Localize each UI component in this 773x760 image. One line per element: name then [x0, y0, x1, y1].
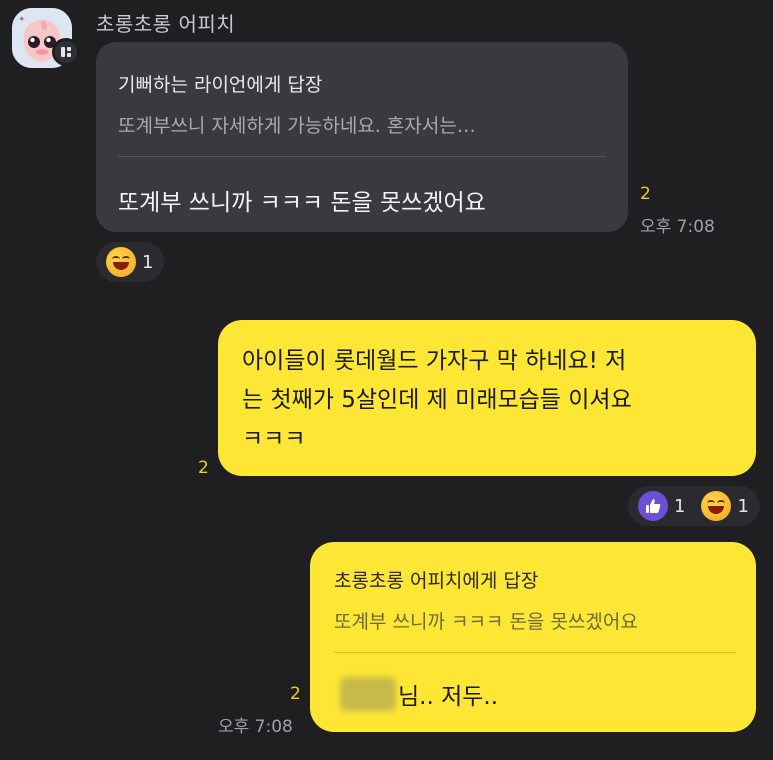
incoming-message-bubble[interactable]: 기뻐하는 라이언에게 답장 또계부쓰니 자세하게 가능하네요. 혼자서는… 또계… — [96, 42, 628, 232]
reaction-count: 1 — [737, 495, 749, 517]
thumbs-up-icon — [638, 491, 668, 521]
blurred-name — [340, 677, 396, 711]
message-time: 오후 7:08 — [218, 717, 293, 737]
message-text: 또계부 쓰니까 ㅋㅋㅋ 돈을 못쓰겠어요 — [118, 190, 486, 216]
message-text: 아이들이 롯데월드 가자구 막 하네요! 저 는 첫째가 5살인데 제 미래모습… — [242, 348, 632, 452]
reaction-count: 1 — [674, 495, 686, 517]
unread-count: 2 — [290, 684, 301, 704]
reply-divider — [334, 652, 736, 653]
reaction-pill[interactable]: 1 1 — [628, 486, 760, 526]
chat-screen: ✦ 초롱초롱 어피치 기뻐하는 라이언에게 답장 또계부쓰니 자세하게 가능하네… — [0, 0, 773, 760]
reply-header: 기뻐하는 라이언에게 답장 — [118, 74, 323, 96]
reaction-count: 1 — [142, 251, 154, 273]
reaction-pill[interactable]: 1 — [96, 242, 164, 282]
grinning-face-icon — [701, 491, 732, 521]
sender-name: 초롱초롱 어피치 — [96, 12, 236, 36]
outgoing-message-bubble[interactable]: 아이들이 롯데월드 가자구 막 하네요! 저 는 첫째가 5살인데 제 미래모습… — [218, 320, 756, 476]
svg-text:✦: ✦ — [18, 15, 26, 25]
unread-count: 2 — [198, 458, 209, 478]
reply-quote[interactable]: 또계부쓰니 자세하게 가능하네요. 혼자서는… — [118, 111, 606, 138]
message-row: 님.. 저두.. — [334, 677, 736, 711]
reply-quote[interactable]: 또계부 쓰니까 ㅋㅋㅋ 돈을 못쓰겠어요 — [334, 607, 736, 634]
message-time: 오후 7:08 — [640, 217, 715, 237]
message-text: 님.. 저두.. — [398, 684, 499, 710]
outgoing-reply-bubble[interactable]: 초롱초롱 어피치에게 답장 또계부 쓰니까 ㅋㅋㅋ 돈을 못쓰겠어요 님.. 저… — [310, 542, 756, 732]
unread-count: 2 — [640, 184, 651, 204]
reply-header: 초롱초롱 어피치에게 답장 — [334, 570, 539, 592]
reply-divider — [118, 156, 606, 157]
grinning-face-icon — [106, 247, 136, 277]
profile-badge-icon — [52, 38, 80, 66]
